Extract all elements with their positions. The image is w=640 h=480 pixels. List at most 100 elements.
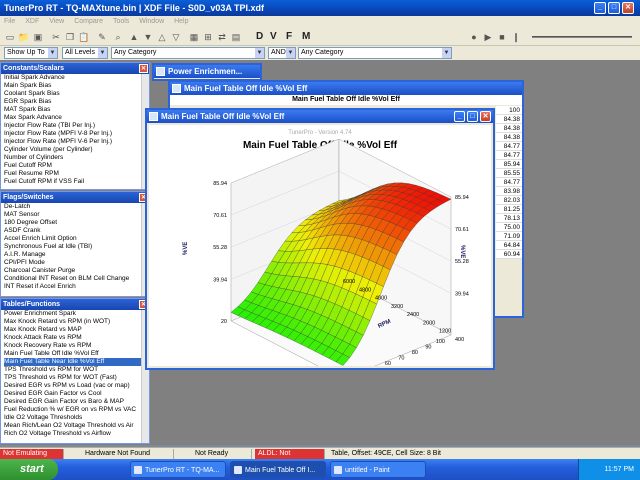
list-item[interactable]: TPS Threshold vs RPM for WOT	[4, 366, 149, 374]
grid-cell[interactable]: 64.84	[496, 241, 522, 250]
list-item[interactable]: Injector Flow Rate (TBI Per Inj.)	[4, 122, 149, 130]
grid-cell[interactable]: 85.55	[496, 169, 522, 178]
paste-icon[interactable]: 📋	[78, 31, 90, 43]
find-icon[interactable]: ⌕	[112, 31, 124, 43]
edit-icon[interactable]: ✎	[96, 31, 108, 43]
up-arrow-2-icon[interactable]: △	[156, 31, 168, 43]
list-item[interactable]: 180 Degree Offset	[4, 219, 149, 227]
list-item[interactable]: Injector Flow Rate (MPFI V-8 Per Inj.)	[4, 130, 149, 138]
list-item[interactable]: Knock Recovery Rate vs RPM	[4, 342, 149, 350]
grid-cell[interactable]: 84.77	[496, 151, 522, 160]
list-item[interactable]: Injector Flow Rate (MPFI V-6 Per Inj.)	[4, 138, 149, 146]
stop-icon[interactable]: ■	[496, 31, 508, 43]
menu-view[interactable]: View	[45, 16, 68, 28]
play-icon[interactable]: ▶	[482, 31, 494, 43]
menu-tools[interactable]: Tools	[109, 16, 133, 28]
grid-cell[interactable]: 78.13	[496, 214, 522, 223]
task-paint[interactable]: untitled - Paint	[330, 461, 426, 478]
grid-cell[interactable]: 71.09	[496, 232, 522, 241]
show-level-select[interactable]: Show Up To ▼	[4, 47, 58, 59]
step-icon[interactable]: ❙	[510, 31, 522, 43]
grid-cell[interactable]: 85.94	[496, 160, 522, 169]
list-item[interactable]: Synchronous Fuel at Idle (TBI)	[4, 243, 149, 251]
grid-cell[interactable]: 84.77	[496, 178, 522, 187]
down-arrow-2-icon[interactable]: ▽	[170, 31, 182, 43]
list-item[interactable]: Desired EGR vs RPM vs Load (vac or map)	[4, 382, 149, 390]
list-item[interactable]: Fuel Reduction % w/ EGR on vs RPM vs VAC	[4, 406, 149, 414]
list-item[interactable]: Knock Attack Rate vs RPM	[4, 334, 149, 342]
list-item[interactable]: Rich O2 Voltage Threshold vs Airflow	[4, 430, 149, 438]
list-item[interactable]: Max Knock Retard vs RPM (in WOT)	[4, 318, 149, 326]
list-item[interactable]: Max Spark Advance	[4, 114, 149, 122]
list-item[interactable]: TPS Threshold vs RPM for WOT (Fast)	[4, 374, 149, 382]
toolbar-v-button[interactable]: V	[270, 31, 277, 42]
list-item[interactable]: Coolant Spark Bias	[4, 90, 149, 98]
chart-close-button[interactable]: ✕	[480, 111, 491, 122]
close-button[interactable]: ✕	[622, 2, 634, 14]
list-item[interactable]: Idle O2 Voltage Thresholds	[4, 414, 149, 422]
list-item[interactable]: Main Spark Bias	[4, 82, 149, 90]
grid-cell[interactable]: 84.38	[496, 124, 522, 133]
grid-cell[interactable]: 81.25	[496, 205, 522, 214]
menu-xdf[interactable]: XDF	[21, 16, 43, 28]
list-item[interactable]: A.I.R. Manage	[4, 251, 149, 259]
task-tunerpro[interactable]: TunerPro RT - TQ-MA...	[130, 461, 226, 478]
menu-window[interactable]: Window	[135, 16, 168, 28]
toolbar-m-button[interactable]: M	[302, 31, 310, 42]
list-item[interactable]: Charcoal Canister Purge	[4, 267, 149, 275]
record-icon[interactable]: ●	[468, 31, 480, 43]
chart-window[interactable]: Main Fuel Table Off Idle %Vol Eff _ □ ✕ …	[145, 108, 495, 389]
grid-cell[interactable]: 84.38	[496, 133, 522, 142]
list-item[interactable]: ASDF Crank	[4, 227, 149, 235]
grid-cell[interactable]: 84.38	[496, 115, 522, 124]
toolbar-f-button[interactable]: F	[286, 31, 292, 42]
grid-cell[interactable]: 100	[496, 106, 522, 115]
menu-help[interactable]: Help	[170, 16, 192, 28]
list-item[interactable]: Main Fuel Table Off Idle %Vol Eff	[4, 350, 149, 358]
list-item[interactable]: Fuel Resume RPM	[4, 170, 149, 178]
list-item[interactable]: Fuel Cutoff RPM if VSS Fail	[4, 178, 149, 186]
copy-icon[interactable]: ❐	[64, 31, 76, 43]
list-item[interactable]: Desired EGR Gain Factor vs Baro & MAP	[4, 398, 149, 406]
list-item[interactable]: MAT Spark Bias	[4, 106, 149, 114]
save-icon[interactable]: ▣	[32, 31, 44, 43]
grid-cell[interactable]: 60.94	[496, 250, 522, 259]
list-item[interactable]: De-Latch	[4, 203, 149, 211]
grid-cell[interactable]: 84.77	[496, 142, 522, 151]
compare-icon[interactable]: ⊞	[202, 31, 214, 43]
list-item[interactable]: Number of Cylinders	[4, 154, 149, 162]
chart-minimize-button[interactable]: _	[454, 111, 465, 122]
toolbar-d-button[interactable]: D	[256, 31, 263, 42]
list-item[interactable]: Conditional INT Reset on BLM Cell Change	[4, 275, 149, 283]
task-main-fuel-table[interactable]: Main Fuel Table Off I...	[230, 461, 326, 478]
category-select-1[interactable]: Any Category ▼	[111, 47, 265, 59]
close-icon[interactable]: ✕	[139, 64, 148, 73]
menu-compare[interactable]: Compare	[70, 16, 107, 28]
swap-icon[interactable]: ⇄	[216, 31, 228, 43]
logic-select[interactable]: AND ▼	[268, 47, 296, 59]
list-item[interactable]: Max Knock Retard vs MAP	[4, 326, 149, 334]
grid-icon[interactable]: ▤	[230, 31, 242, 43]
cut-icon[interactable]: ✂	[50, 31, 62, 43]
playback-slider[interactable]	[532, 36, 632, 38]
levels-select[interactable]: All Levels ▼	[62, 47, 108, 59]
new-file-icon[interactable]: ▭	[4, 31, 16, 43]
open-folder-icon[interactable]: 📁	[18, 31, 30, 43]
list-item[interactable]: Mean Rich/Lean O2 Voltage Threshold vs A…	[4, 422, 149, 430]
list-item[interactable]: MAT Sensor	[4, 211, 149, 219]
menu-file[interactable]: File	[0, 16, 19, 28]
chip-icon[interactable]: ▦	[188, 31, 200, 43]
grid-cell[interactable]: 75.00	[496, 223, 522, 232]
down-arrow-icon[interactable]: ▼	[142, 31, 154, 43]
minimize-button[interactable]: _	[594, 2, 606, 14]
list-item[interactable]: Main Fuel Table Near Idle %Vol Eff	[4, 358, 149, 366]
grid-cell[interactable]: 83.98	[496, 187, 522, 196]
chart-maximize-button[interactable]: □	[467, 111, 478, 122]
list-item[interactable]: Cylinder Volume (per Cylinder)	[4, 146, 149, 154]
list-item[interactable]: Accel Enrich Limit Option	[4, 235, 149, 243]
list-item[interactable]: Desired EGR Gain Factor vs Cool	[4, 390, 149, 398]
maximize-button[interactable]: □	[608, 2, 620, 14]
list-item[interactable]: EGR Spark Bias	[4, 98, 149, 106]
up-arrow-icon[interactable]: ▲	[128, 31, 140, 43]
list-item[interactable]: CPI/PFI Mode	[4, 259, 149, 267]
